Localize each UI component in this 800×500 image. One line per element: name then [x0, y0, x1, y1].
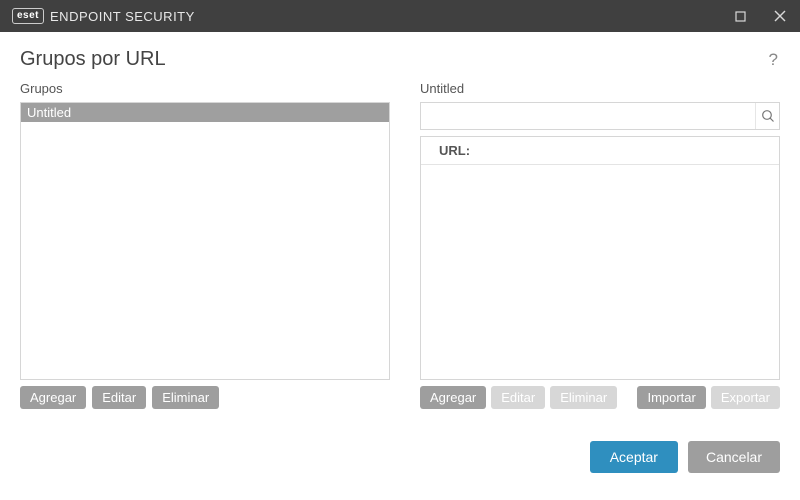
- urls-import-button[interactable]: Importar: [637, 386, 705, 409]
- page-header: Grupos por URL ?: [0, 32, 800, 81]
- groups-label: Grupos: [20, 81, 390, 96]
- close-icon: [774, 10, 786, 22]
- search-bar: [420, 102, 780, 130]
- page-title: Grupos por URL: [20, 48, 767, 71]
- accept-button[interactable]: Aceptar: [590, 441, 678, 473]
- urls-remove-button: Eliminar: [550, 386, 617, 409]
- groups-add-button[interactable]: Agregar: [20, 386, 86, 409]
- content: Grupos Untitled Agregar Editar Eliminar …: [0, 81, 800, 419]
- help-button[interactable]: ?: [767, 50, 780, 70]
- url-list: URL:: [420, 136, 780, 380]
- urls-title: Untitled: [420, 81, 780, 96]
- brand-badge: eset: [12, 8, 44, 24]
- search-icon: [761, 109, 775, 123]
- square-icon: [735, 11, 746, 22]
- urls-add-button[interactable]: Agregar: [420, 386, 486, 409]
- window-controls: [720, 0, 800, 32]
- groups-edit-button[interactable]: Editar: [92, 386, 146, 409]
- urls-button-row: Agregar Editar Eliminar Importar Exporta…: [420, 380, 780, 409]
- search-button[interactable]: [755, 103, 779, 129]
- url-list-body[interactable]: [421, 165, 779, 379]
- titlebar: eset ENDPOINT SECURITY: [0, 0, 800, 32]
- groups-listbox[interactable]: Untitled: [20, 102, 390, 380]
- groups-remove-button[interactable]: Eliminar: [152, 386, 219, 409]
- groups-button-row: Agregar Editar Eliminar: [20, 380, 390, 409]
- urls-edit-button: Editar: [491, 386, 545, 409]
- groups-pane: Grupos Untitled Agregar Editar Eliminar: [20, 81, 390, 409]
- url-column-header[interactable]: URL:: [421, 137, 779, 165]
- cancel-button[interactable]: Cancelar: [688, 441, 780, 473]
- maximize-button[interactable]: [720, 0, 760, 32]
- list-item[interactable]: Untitled: [21, 103, 389, 122]
- urls-pane: Untitled URL: Agregar Editar Eliminar Im…: [420, 81, 780, 409]
- close-button[interactable]: [760, 0, 800, 32]
- search-input[interactable]: [421, 103, 755, 129]
- help-icon: ?: [769, 50, 778, 69]
- brand-product: ENDPOINT SECURITY: [50, 9, 195, 24]
- urls-export-button: Exportar: [711, 386, 780, 409]
- dialog-footer: Aceptar Cancelar: [0, 419, 800, 493]
- brand: eset ENDPOINT SECURITY: [12, 8, 720, 24]
